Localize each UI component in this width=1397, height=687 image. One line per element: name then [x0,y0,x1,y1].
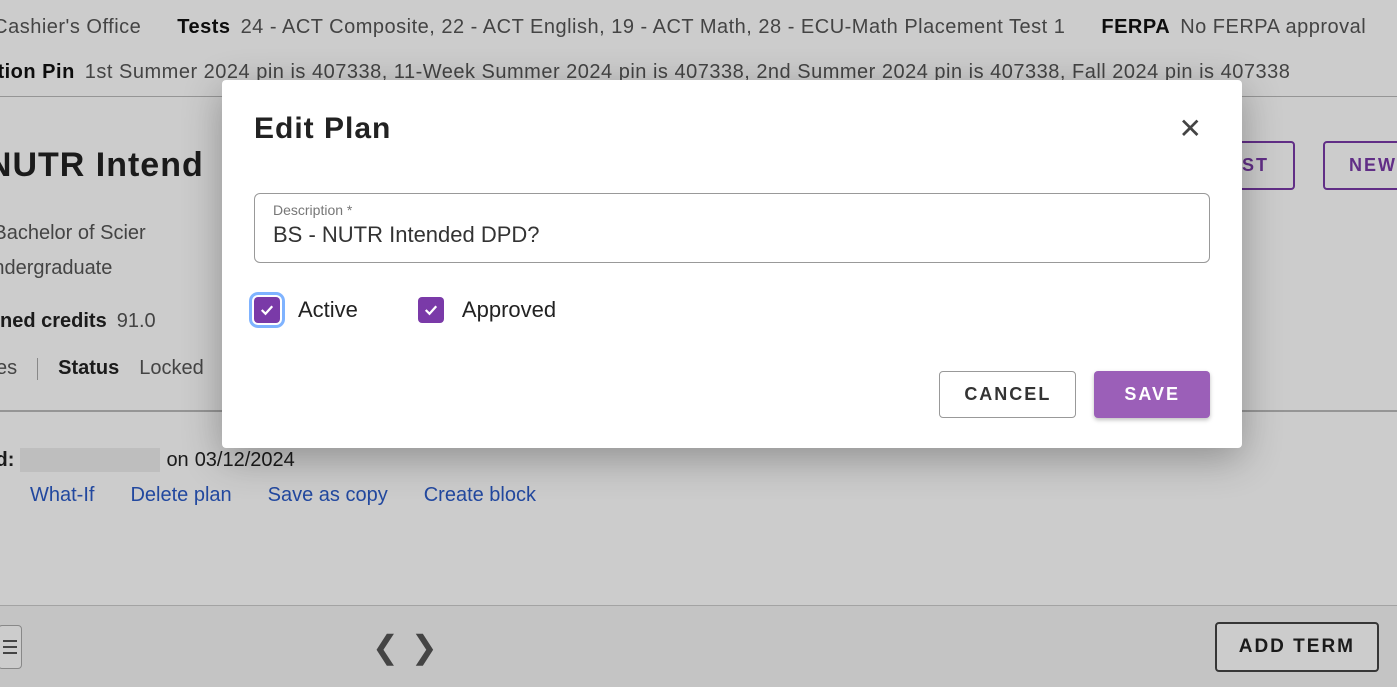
save-button[interactable]: SAVE [1094,371,1210,418]
cancel-button[interactable]: CANCEL [939,371,1076,418]
check-icon [258,301,276,319]
description-input[interactable] [273,222,1191,248]
active-checkbox[interactable] [254,297,280,323]
check-icon [422,301,440,319]
close-icon: ✕ [1179,113,1202,144]
active-checkbox-label: Active [298,297,358,323]
description-label: Description * [273,202,1191,218]
description-field-wrapper[interactable]: Description * [254,193,1210,263]
edit-plan-dialog: Edit Plan ✕ Description * Active Approve… [222,80,1242,448]
dialog-title: Edit Plan [254,112,391,146]
approved-checkbox[interactable] [418,297,444,323]
approved-checkbox-label: Approved [462,297,556,323]
close-button[interactable]: ✕ [1171,108,1210,149]
